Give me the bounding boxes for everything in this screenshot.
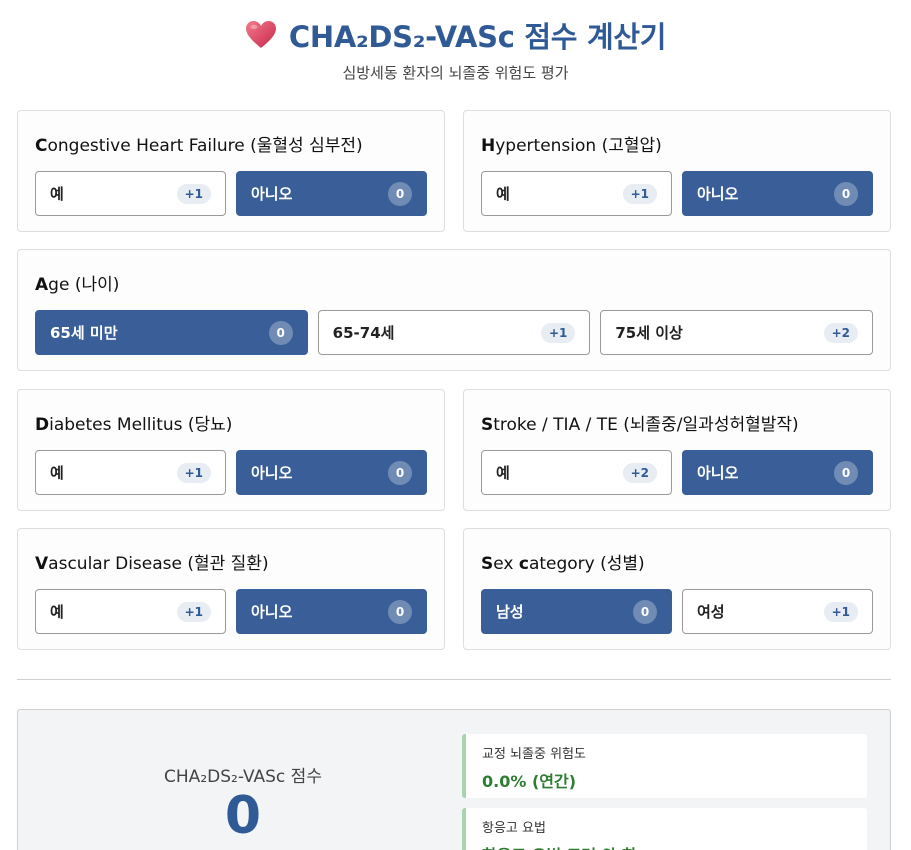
heart-icon xyxy=(245,21,276,48)
age-65-74-button[interactable]: 65-74세 +1 xyxy=(317,310,591,355)
chf-yes-button[interactable]: 예 +1 xyxy=(35,171,226,216)
criterion-age-title: Age (나이) xyxy=(35,275,120,295)
criterion-dm-title: Diabetes Mellitus (당뇨) xyxy=(35,415,233,435)
score-label: CHA₂DS₂-VASc 점수 xyxy=(164,767,322,787)
htn-yes-button[interactable]: 예 +1 xyxy=(481,171,672,216)
points-badge: +1 xyxy=(176,601,211,622)
criterion-htn-title: Hypertension (고혈압) xyxy=(481,136,662,156)
sex-male-button[interactable]: 남성 0 xyxy=(481,589,672,634)
anticoagulation-value: 항응고 요법 고려 안 함 xyxy=(482,842,851,850)
section-divider xyxy=(17,679,891,680)
stroke-yes-button[interactable]: 예 +2 xyxy=(481,450,672,495)
criterion-vasc-card: Vascular Disease (혈관 질환) 예 +1 아니오 0 xyxy=(17,528,445,650)
points-badge: +2 xyxy=(622,462,657,483)
points-badge: +1 xyxy=(176,183,211,204)
page-title: CHA₂DS₂-VASc 점수 계산기 xyxy=(245,14,666,56)
criterion-chf-card: Congestive Heart Failure (울혈성 심부전) 예 +1 아… xyxy=(17,110,445,232)
criterion-sex-card: Sex category (성별) 남성 0 여성 +1 xyxy=(463,528,891,650)
score-value: 0 xyxy=(224,786,262,846)
htn-no-button[interactable]: 아니오 0 xyxy=(682,171,873,216)
dm-no-button[interactable]: 아니오 0 xyxy=(236,450,427,495)
points-badge: +1 xyxy=(540,322,576,343)
anticoagulation-label: 항응고 요법 xyxy=(482,821,546,836)
points-badge: +1 xyxy=(823,601,858,622)
age-75-plus-button[interactable]: 75세 이상 +2 xyxy=(600,310,874,355)
vasc-no-button[interactable]: 아니오 0 xyxy=(236,589,427,634)
points-badge: 0 xyxy=(633,599,657,624)
points-badge: 0 xyxy=(388,460,412,485)
criterion-sex-title: Sex category (성별) xyxy=(481,554,645,574)
page-subtitle: 심방세동 환자의 뇌졸중 위험도 평가 xyxy=(342,64,569,82)
sex-female-button[interactable]: 여성 +1 xyxy=(682,589,873,634)
criterion-chf-title: Congestive Heart Failure (울혈성 심부전) xyxy=(35,136,363,156)
stroke-risk-box: 교정 뇌졸중 위험도 0.0% (연간) xyxy=(462,734,867,798)
page-header: CHA₂DS₂-VASc 점수 계산기 심방세동 환자의 뇌졸중 위험도 평가 xyxy=(0,0,911,83)
points-badge: 0 xyxy=(388,599,412,624)
points-badge: 0 xyxy=(834,460,858,485)
anticoagulation-box: 항응고 요법 항응고 요법 고려 안 함 xyxy=(462,808,867,850)
criterion-vasc-title: Vascular Disease (혈관 질환) xyxy=(35,554,269,574)
chf-no-button[interactable]: 아니오 0 xyxy=(236,171,427,216)
stroke-risk-value: 0.0% (연간) xyxy=(482,772,577,791)
points-badge: 0 xyxy=(834,181,858,206)
result-panel: CHA₂DS₂-VASc 점수 0 교정 뇌졸중 위험도 0.0% (연간) 항… xyxy=(17,709,891,850)
points-badge: +2 xyxy=(823,322,859,343)
points-badge: 0 xyxy=(268,320,293,345)
criterion-stroke-card: Stroke / TIA / TE (뇌졸중/일과성허혈발작) 예 +2 아니오 0 xyxy=(463,389,891,511)
age-under-65-button[interactable]: 65세 미만 0 xyxy=(35,310,308,355)
criterion-dm-card: Diabetes Mellitus (당뇨) 예 +1 아니오 0 xyxy=(17,389,445,511)
criterion-stroke-title: Stroke / TIA / TE (뇌졸중/일과성허혈발작) xyxy=(481,415,799,435)
points-badge: +1 xyxy=(622,183,657,204)
title-text: CHA₂DS₂-VASc 점수 계산기 xyxy=(288,20,667,54)
vasc-yes-button[interactable]: 예 +1 xyxy=(35,589,226,634)
stroke-risk-label: 교정 뇌졸중 위험도 xyxy=(482,747,586,762)
points-badge: +1 xyxy=(176,462,211,483)
points-badge: 0 xyxy=(388,181,412,206)
criterion-htn-card: Hypertension (고혈압) 예 +1 아니오 0 xyxy=(463,110,891,232)
dm-yes-button[interactable]: 예 +1 xyxy=(35,450,226,495)
criterion-age-card: Age (나이) 65세 미만 0 65-74세 +1 75세 이상 +2 xyxy=(17,249,891,371)
stroke-no-button[interactable]: 아니오 0 xyxy=(682,450,873,495)
